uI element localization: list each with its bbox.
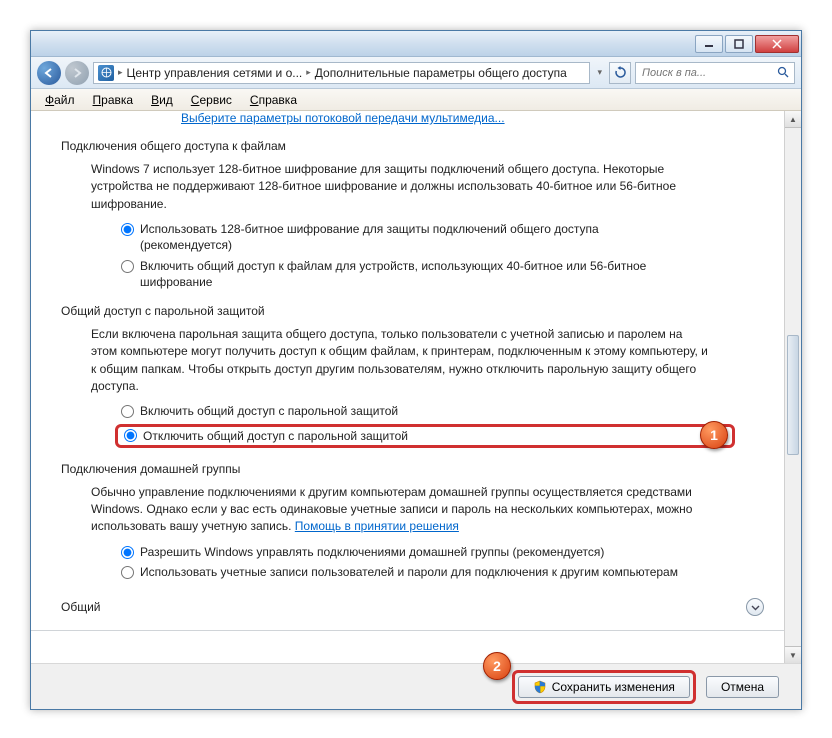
radio-windows-manage[interactable]: Разрешить Windows управлять подключениям… (121, 544, 681, 560)
back-button[interactable] (37, 61, 61, 85)
breadcrumb-part2[interactable]: Дополнительные параметры общего доступа (315, 66, 567, 80)
radio-enable-password-label: Включить общий доступ с парольной защито… (140, 403, 398, 419)
footer-bar: 2 Сохранить изменения Отмена (31, 663, 801, 709)
separator (31, 630, 784, 631)
radio-windows-manage-input[interactable] (121, 546, 134, 559)
settings-pane: Выберите параметры потоковой передачи му… (31, 111, 784, 663)
profile-expander[interactable]: Общий (61, 598, 764, 616)
vertical-scrollbar[interactable]: ▲ ▼ (784, 111, 801, 663)
save-button[interactable]: Сохранить изменения (518, 676, 690, 698)
menu-help[interactable]: Справка (242, 91, 305, 109)
radio-disable-password-input[interactable] (124, 429, 137, 442)
section-homegroup-body: Обычно управление подключениями к другим… (91, 484, 711, 536)
help-decision-link[interactable]: Помощь в принятии решения (295, 519, 459, 533)
radio-128bit-input[interactable] (121, 223, 134, 236)
scroll-thumb[interactable] (787, 335, 799, 455)
scroll-track[interactable] (785, 128, 801, 646)
radio-windows-manage-label: Разрешить Windows управлять подключениям… (140, 544, 604, 560)
breadcrumb[interactable]: ▸ Центр управления сетями и о... ▸ Допол… (93, 62, 590, 84)
refresh-icon (614, 66, 627, 79)
radio-user-accounts-label: Использовать учетные записи пользователе… (140, 564, 678, 580)
radio-40-56bit-label: Включить общий доступ к файлам для устро… (140, 258, 681, 290)
section-homegroup-head: Подключения домашней группы (61, 462, 764, 476)
explorer-window: ▸ Центр управления сетями и о... ▸ Допол… (30, 30, 802, 710)
profile-expander-label: Общий (61, 600, 101, 614)
cancel-button[interactable]: Отмена (706, 676, 779, 698)
minimize-icon (704, 39, 714, 49)
chevron-right-icon: ▸ (118, 67, 123, 78)
section-password-body: Если включена парольная защита общего до… (91, 326, 711, 396)
radio-enable-password[interactable]: Включить общий доступ с парольной защито… (121, 403, 681, 419)
save-button-label: Сохранить изменения (552, 680, 675, 694)
menu-tools[interactable]: Сервис (183, 91, 240, 109)
radio-user-accounts-input[interactable] (121, 566, 134, 579)
breadcrumb-part1[interactable]: Центр управления сетями и о... (127, 66, 303, 80)
callout-1: 1 (700, 421, 728, 449)
radio-user-accounts[interactable]: Использовать учетные записи пользователе… (121, 564, 681, 580)
network-icon (98, 65, 114, 81)
chevron-right-icon: ▸ (306, 67, 311, 78)
search-input[interactable] (640, 66, 773, 80)
section-file-sharing-head: Подключения общего доступа к файлам (61, 139, 764, 153)
content-area: Выберите параметры потоковой передачи му… (31, 111, 801, 663)
dropdown-chevron-icon[interactable]: ▾ (594, 67, 605, 78)
arrow-right-icon (71, 67, 83, 79)
radio-128bit[interactable]: Использовать 128-битное шифрование для з… (121, 221, 681, 253)
refresh-button[interactable] (609, 62, 631, 84)
media-streaming-link[interactable]: Выберите параметры потоковой передачи му… (181, 111, 764, 125)
section-file-sharing-body: Windows 7 использует 128-битное шифрован… (91, 161, 711, 213)
callout-2: 2 (483, 652, 511, 680)
menu-bar: Файл Правка Вид Сервис Справка (31, 89, 801, 111)
menu-file[interactable]: Файл (37, 91, 83, 109)
radio-128bit-label: Использовать 128-битное шифрование для з… (140, 221, 681, 253)
radio-enable-password-input[interactable] (121, 405, 134, 418)
close-button[interactable] (755, 35, 799, 53)
radio-40-56bit[interactable]: Включить общий доступ к файлам для устро… (121, 258, 681, 290)
minimize-button[interactable] (695, 35, 723, 53)
section-password-head: Общий доступ с парольной защитой (61, 304, 764, 318)
menu-view[interactable]: Вид (143, 91, 181, 109)
scroll-down-button[interactable]: ▼ (785, 646, 801, 663)
search-box[interactable] (635, 62, 795, 84)
scroll-up-button[interactable]: ▲ (785, 111, 801, 128)
highlight-save: Сохранить изменения (512, 670, 696, 704)
highlight-disable-password: Отключить общий доступ с парольной защит… (115, 424, 735, 448)
chevron-down-icon[interactable] (746, 598, 764, 616)
close-icon (772, 39, 782, 49)
maximize-button[interactable] (725, 35, 753, 53)
arrow-left-icon (43, 67, 55, 79)
address-bar: ▸ Центр управления сетями и о... ▸ Допол… (31, 57, 801, 89)
radio-40-56bit-input[interactable] (121, 260, 134, 273)
maximize-icon (734, 39, 744, 49)
search-icon (777, 66, 790, 79)
title-bar (31, 31, 801, 57)
shield-icon (533, 680, 547, 694)
radio-disable-password-label: Отключить общий доступ с парольной защит… (143, 429, 408, 443)
cancel-button-label: Отмена (721, 680, 764, 694)
menu-edit[interactable]: Правка (85, 91, 142, 109)
forward-button[interactable] (65, 61, 89, 85)
